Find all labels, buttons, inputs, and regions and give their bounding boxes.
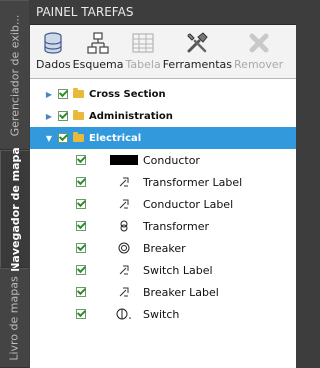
layer-label: Breaker [143, 241, 186, 255]
group-label: Electrical [89, 132, 142, 144]
panel-title: PAINEL TAREFAS [30, 0, 296, 25]
table-icon [132, 33, 154, 53]
layer-label: Switch [143, 307, 180, 321]
tab-display-manager[interactable]: Gerenciador de exib... [0, 0, 29, 150]
collapse-arrow-icon[interactable]: ▼ [44, 134, 54, 143]
layer-row-breaker-label[interactable]: Breaker Label [30, 281, 296, 303]
layer-tree: ▶ Cross Section ▶ Administration ▼ Elect… [30, 79, 296, 368]
task-pane: PAINEL TAREFAS Dados Esquema Tabela Ferr… [30, 0, 296, 368]
label-symbol-icon [110, 176, 138, 188]
layer-label: Transformer Label [143, 175, 243, 189]
database-icon [44, 32, 62, 54]
checkbox-icon[interactable] [76, 155, 86, 165]
switch-symbol-icon [110, 308, 138, 320]
layer-row-transformer[interactable]: Transformer [30, 215, 296, 237]
breaker-symbol-icon [110, 242, 138, 254]
remove-button[interactable]: Remover [234, 31, 283, 71]
layer-label: Breaker Label [143, 285, 219, 299]
tab-map-navigator-label: Navegador de mapa [8, 146, 22, 272]
side-tab-strip: Gerenciador de exib... Navegador de mapa… [0, 0, 29, 368]
folder-icon [73, 132, 84, 142]
label-symbol-icon [110, 264, 138, 276]
checkbox-icon[interactable] [76, 221, 86, 231]
checkbox-icon[interactable] [76, 199, 86, 209]
remove-icon [249, 33, 269, 53]
checkbox-icon[interactable] [58, 111, 68, 121]
layer-label: Conductor [143, 153, 200, 167]
layer-row-conductor[interactable]: Conductor [30, 149, 296, 171]
layer-row-switch[interactable]: Switch [30, 303, 296, 325]
toolbar: Dados Esquema Tabela Ferramentas Remover [30, 25, 296, 79]
expand-arrow-icon[interactable]: ▶ [44, 90, 54, 99]
schema-icon [87, 32, 109, 54]
tools-icon [187, 32, 209, 53]
checkbox-icon[interactable] [76, 287, 86, 297]
checkbox-icon[interactable] [76, 309, 86, 319]
folder-icon [73, 110, 84, 120]
checkbox-icon[interactable] [58, 133, 68, 143]
data-button[interactable]: Dados [36, 31, 71, 71]
folder-icon [73, 88, 84, 98]
table-button-label: Tabela [125, 58, 161, 71]
group-label: Cross Section [89, 88, 166, 100]
schema-button[interactable]: Esquema [73, 31, 124, 71]
expand-arrow-icon[interactable]: ▶ [44, 112, 54, 121]
checkbox-icon[interactable] [76, 243, 86, 253]
group-label: Administration [89, 110, 173, 122]
remove-button-label: Remover [234, 58, 284, 71]
tab-display-manager-label: Gerenciador de exib... [8, 14, 21, 136]
layer-label: Conductor Label [143, 197, 234, 211]
schema-button-label: Esquema [72, 58, 124, 71]
layer-label: Switch Label [143, 263, 213, 277]
group-row-administration[interactable]: ▶ Administration [30, 105, 296, 127]
layer-row-switch-label[interactable]: Switch Label [30, 259, 296, 281]
group-row-electrical[interactable]: ▼ Electrical [30, 127, 296, 149]
layer-row-transformer-label[interactable]: Transformer Label [30, 171, 296, 193]
transformer-symbol-icon [110, 220, 138, 232]
conductor-line-symbol [110, 155, 138, 165]
label-symbol-icon [110, 198, 138, 210]
checkbox-icon[interactable] [76, 265, 86, 275]
layer-row-breaker[interactable]: Breaker [30, 237, 296, 259]
checkbox-icon[interactable] [76, 177, 86, 187]
tools-button[interactable]: Ferramentas [163, 31, 232, 71]
tools-button-label: Ferramentas [162, 58, 233, 71]
group-row-cross-section[interactable]: ▶ Cross Section [30, 83, 296, 105]
label-symbol-icon [110, 286, 138, 298]
layer-row-conductor-label[interactable]: Conductor Label [30, 193, 296, 215]
table-button[interactable]: Tabela [126, 31, 161, 71]
tab-map-book[interactable]: Livro de mapas [0, 268, 29, 368]
layer-label: Transformer [143, 219, 210, 233]
data-button-label: Dados [36, 58, 71, 71]
tab-map-book-label: Livro de mapas [8, 275, 22, 361]
checkbox-icon[interactable] [58, 89, 68, 99]
tab-map-navigator[interactable]: Navegador de mapa [0, 147, 29, 271]
